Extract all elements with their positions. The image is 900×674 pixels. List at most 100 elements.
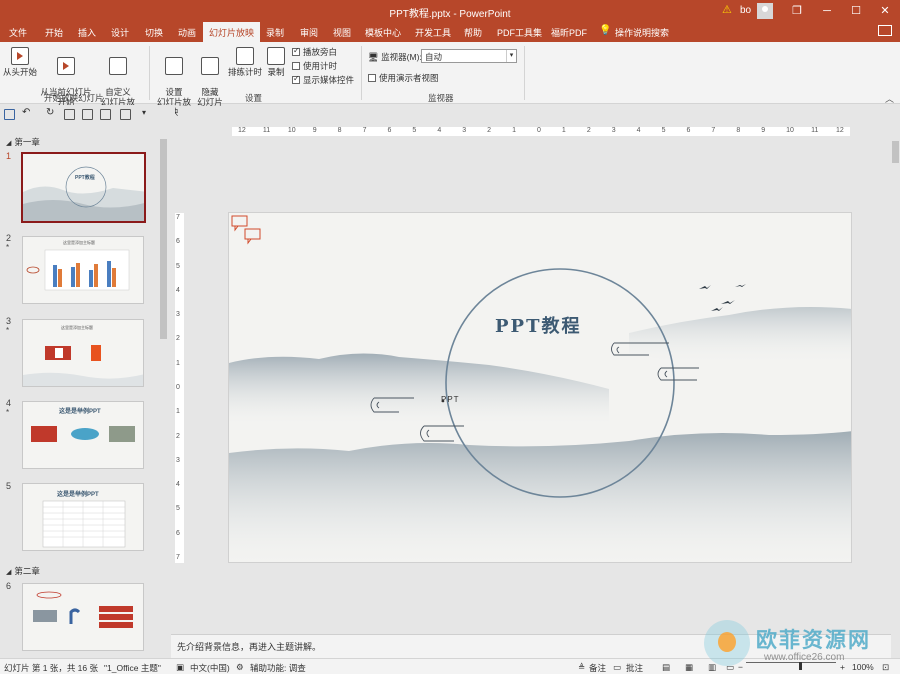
ruler-tick-label: 2 — [487, 127, 492, 134]
slide-thumbnail-2[interactable]: 这里是添加主标题 — [22, 236, 144, 304]
comments-button[interactable]: 批注 — [626, 662, 643, 674]
ruler-tick-label: 0 — [176, 384, 180, 391]
use-timings-checkbox[interactable]: 使用计时 — [292, 60, 337, 72]
checkbox-checked[interactable] — [292, 46, 300, 56]
customize-toolbar-icon[interactable]: ▾ — [142, 108, 153, 119]
ruler-tick-label: 6 — [387, 127, 392, 134]
tab-insert[interactable]: 插入 — [78, 26, 96, 39]
section-header[interactable]: ◢ 第一章 — [6, 136, 40, 148]
screenshot-icon[interactable] — [82, 109, 93, 120]
slide-sorter-icon[interactable]: ▦ — [685, 662, 693, 673]
ruler-tick-label: 7 — [362, 127, 367, 134]
scrollbar-thumb[interactable] — [160, 139, 167, 339]
undo-icon[interactable]: ↶ — [22, 107, 33, 118]
tab-slideshow[interactable]: 幻灯片放映 — [203, 22, 261, 42]
slide-number: 2 — [6, 233, 12, 243]
ruler-tick-label: 3 — [611, 127, 616, 134]
section-label: 第一章 — [14, 137, 40, 147]
redo-icon[interactable]: ↻ — [46, 107, 57, 118]
ruler-tick-label: 11 — [811, 127, 819, 134]
avatar[interactable] — [757, 3, 773, 19]
notes-text[interactable]: 先介绍背景信息，再进入主题讲解。 — [177, 642, 321, 652]
tab-developer[interactable]: 开发工具 — [415, 26, 451, 39]
media-controls-label: 显示媒体控件 — [303, 75, 355, 85]
tab-home[interactable]: 开始 — [45, 26, 63, 39]
slide-title[interactable]: PPT教程 — [495, 312, 581, 338]
minimize-button[interactable]: ─ — [812, 0, 842, 22]
rehearse-timings-button[interactable]: 排练计时 — [228, 47, 262, 77]
slide-thumbnail-3[interactable]: 这里是添加主标题 — [22, 319, 144, 387]
editor-scrollbar[interactable] — [891, 127, 900, 603]
thumb-title: 这里是添加主标题 — [63, 240, 95, 245]
section-header[interactable]: ◢ 第二章 — [6, 565, 40, 577]
slide-canvas[interactable]: PPT教程 PPT — [228, 212, 852, 563]
language[interactable]: 中文(中国) — [190, 662, 230, 674]
record-label: 录制 — [267, 67, 285, 77]
slide-count: 幻灯片 第 1 张，共 16 张 — [4, 663, 98, 673]
record-button[interactable]: 录制 — [265, 47, 287, 77]
ribbon-display-button[interactable]: ❐ — [782, 0, 812, 22]
tab-template-center[interactable]: 模板中心 — [365, 26, 401, 39]
checkbox-checked[interactable] — [292, 74, 300, 84]
hide-slide-button[interactable]: 隐藏 幻灯片 — [197, 47, 223, 107]
tab-foxit-pdf[interactable]: 福昕PDF — [551, 26, 587, 39]
notes-button[interactable]: 备注 — [589, 662, 606, 674]
comments-status-icon[interactable]: ▭ — [613, 662, 621, 673]
notes-icon[interactable]: ≜ — [578, 662, 585, 673]
accessibility-icon[interactable]: ⚙ — [236, 662, 244, 673]
user-name[interactable]: bo — [740, 5, 751, 16]
watermark: 欧菲资源网 www.office26.com — [700, 618, 900, 674]
media-controls-checkbox[interactable]: 显示媒体控件 — [292, 74, 354, 86]
monitor-label: 🖥 监视器(M): — [368, 52, 422, 62]
image-icon[interactable] — [100, 109, 111, 120]
monitor-dropdown[interactable]: 自动 ▾ — [421, 49, 517, 63]
ruler-tick-label: 6 — [686, 127, 691, 134]
slide-thumbnail-1[interactable]: PPT教程 — [21, 152, 146, 223]
play-narrations-checkbox[interactable]: 播放旁白 — [292, 46, 337, 58]
accessibility-status[interactable]: 辅助功能: 调查 — [250, 662, 306, 674]
presenter-view-checkbox[interactable]: 使用演示者视图 — [368, 72, 439, 84]
tab-file[interactable]: 文件 — [9, 26, 27, 39]
close-button[interactable]: ✕ — [870, 0, 900, 22]
start-slideshow-icon[interactable] — [64, 109, 75, 120]
title-bar: PPT教程.pptx - PowerPoint ⚠ bo ❐ ─ ☐ ✕ — [0, 0, 900, 22]
collapse-triangle-icon[interactable]: ◢ — [6, 569, 11, 576]
collapse-ribbon-icon[interactable]: ︿ — [885, 92, 894, 105]
checkbox-unchecked[interactable] — [368, 74, 376, 82]
slide-thumbnail-6[interactable] — [22, 583, 144, 651]
tab-help[interactable]: 帮助 — [464, 26, 482, 39]
watermark-name: 欧菲资源网 — [756, 629, 871, 652]
tab-animations[interactable]: 动画 — [178, 26, 196, 39]
tab-review[interactable]: 审阅 — [300, 26, 318, 39]
tab-transitions[interactable]: 切换 — [145, 26, 163, 39]
slide-number: 6 — [6, 581, 12, 591]
chevron-down-icon[interactable]: ▾ — [506, 50, 516, 62]
ruler-tick-label: 9 — [761, 127, 766, 134]
scrollbar-thumb[interactable] — [892, 141, 899, 163]
slide-subtitle[interactable]: PPT — [441, 395, 460, 404]
ruler-tick-label: 4 — [176, 286, 180, 294]
from-beginning-button[interactable]: 从头开始 — [3, 47, 37, 77]
normal-view-icon[interactable]: ▤ — [662, 662, 670, 673]
checkbox-unchecked[interactable] — [292, 62, 300, 70]
thumbnail-scrollbar[interactable] — [159, 131, 168, 655]
slide-thumbnail-5[interactable]: 这是是举例PPT — [22, 483, 144, 551]
comments-icon[interactable] — [878, 25, 892, 36]
save-icon[interactable] — [4, 109, 15, 120]
spellcheck-icon[interactable]: ▣ — [176, 662, 184, 673]
maximize-button[interactable]: ☐ — [841, 0, 871, 22]
tell-me-search[interactable]: 操作说明搜索 — [615, 26, 669, 39]
vertical-ruler: 7 6 5 4 3 2 1 0 1 2 3 4 5 6 7 — [175, 213, 184, 563]
use-timings-label: 使用计时 — [303, 61, 338, 71]
ruler-tick-label: 1 — [561, 127, 566, 134]
present-icon[interactable] — [120, 109, 131, 120]
tab-record[interactable]: 录制 — [266, 26, 284, 39]
collapse-triangle-icon[interactable]: ◢ — [6, 140, 11, 147]
warning-icon[interactable]: ⚠ — [722, 3, 732, 16]
tab-pdf-tools[interactable]: PDF工具集 — [497, 26, 542, 39]
ruler-tick-label: 9 — [312, 127, 317, 134]
ruler-tick-label: 1 — [512, 127, 516, 134]
tab-design[interactable]: 设计 — [111, 26, 129, 39]
slide-thumbnail-4[interactable]: 这是是举例PPT — [22, 401, 144, 469]
tab-view[interactable]: 视图 — [333, 26, 351, 39]
